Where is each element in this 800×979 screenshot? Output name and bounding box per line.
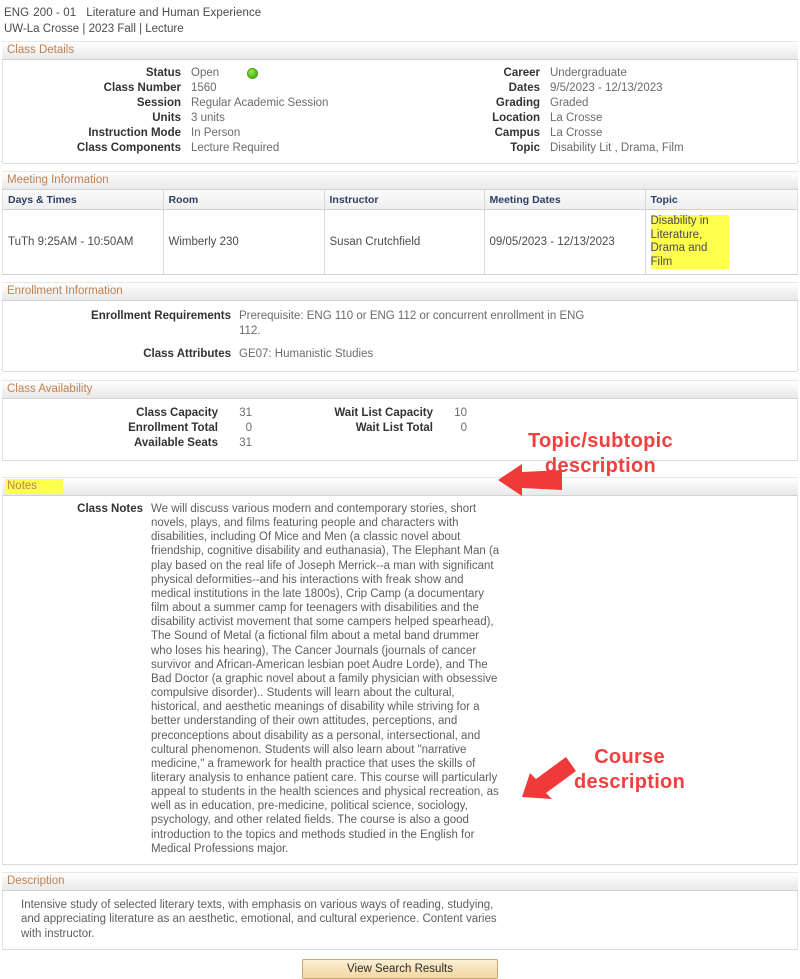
label-class-components: Class Components [76, 142, 181, 154]
label-enrollment-total: Enrollment Total [128, 422, 218, 434]
label-grading: Grading [495, 97, 540, 109]
class-details-body: Status Class Number Session Units Instru… [2, 60, 798, 164]
value-session: Regular Academic Session [191, 97, 329, 109]
table-row: TuTh 9:25AM - 10:50AM Wimberly 230 Susan… [3, 209, 797, 275]
value-dates: 9/5/2023 - 12/13/2023 [550, 82, 663, 94]
institution-term-line: UW-La Crosse | 2023 Fall | Lecture [4, 23, 184, 35]
column-header-topic: Topic [645, 190, 797, 210]
description-section: Description Intensive study of selected … [2, 871, 798, 951]
value-wait-list-total: 0 [460, 422, 467, 434]
value-campus: La Crosse [550, 127, 603, 139]
value-class-number: 1560 [191, 82, 217, 94]
view-search-results-button[interactable]: View Search Results [302, 959, 498, 979]
table-header-row: Days & Times Room Instructor Meeting Dat… [3, 190, 797, 210]
value-class-attributes: GE07: Humanistic Studies [239, 348, 374, 360]
meeting-information-section: Meeting Information Days & Times Room In… [2, 171, 798, 275]
meeting-information-body: Days & Times Room Instructor Meeting Dat… [2, 190, 798, 275]
label-wait-list-capacity: Wait List Capacity [334, 407, 433, 419]
value-enrollment-requirements: Prerequisite: ENG 110 or ENG 112 or conc… [239, 310, 585, 337]
meeting-information-table: Days & Times Room Instructor Meeting Dat… [3, 190, 797, 274]
label-campus: Campus [494, 127, 540, 139]
cell-room: Wimberly 230 [163, 209, 325, 274]
description-text: Intensive study of selected literary tex… [21, 898, 497, 940]
enrollment-information-body: Enrollment Requirements Prerequisite: EN… [2, 301, 798, 372]
label-career: Career [503, 67, 540, 79]
cell-topic: Disability in Literature, Drama and Film [645, 210, 797, 275]
value-topic: Disability Lit , Drama, Film [550, 142, 684, 154]
value-location: La Crosse [550, 112, 603, 124]
meeting-information-header: Meeting Information [2, 171, 798, 190]
class-availability-section: Class Availability Class Capacity Enroll… [2, 380, 798, 461]
notes-header-label: Notes [5, 479, 64, 493]
cell-days-times: TuTh 9:25AM - 10:50AM [3, 209, 164, 274]
class-details-header-label: Class Details [7, 44, 75, 56]
page-header: ENG 200 - 01 Literature and Human Experien… [0, 0, 800, 41]
value-class-capacity: 31 [239, 407, 252, 419]
notes-header: Notes [2, 477, 798, 496]
label-class-capacity: Class Capacity [136, 407, 218, 419]
label-topic: Topic [510, 142, 540, 154]
class-details-header: Class Details [2, 41, 798, 60]
cell-meeting-dates: 09/05/2023 - 12/13/2023 [484, 209, 646, 274]
label-instruction-mode: Instruction Mode [88, 127, 181, 139]
value-enrollment-total: 0 [245, 422, 252, 434]
class-availability-body: Class Capacity Enrollment Total Availabl… [2, 399, 798, 461]
label-class-attributes: Class Attributes [143, 348, 231, 360]
description-header: Description [2, 871, 798, 891]
label-session: Session [136, 97, 181, 109]
cell-instructor: Susan Crutchfield [324, 209, 485, 274]
value-available-seats: 31 [239, 437, 252, 449]
enrollment-information-section: Enrollment Information Enrollment Requir… [2, 282, 798, 372]
value-wait-list-capacity: 10 [454, 407, 467, 419]
value-class-components: Lecture Required [191, 142, 280, 154]
label-available-seats: Available Seats [134, 437, 218, 449]
cell-topic-highlight: Disability in Literature, Drama and Film [650, 215, 729, 269]
label-location: Location [492, 112, 540, 124]
label-dates: Dates [508, 82, 540, 94]
column-header-days-times: Days & Times [3, 190, 164, 210]
value-class-notes: We will discuss various modern and conte… [151, 503, 500, 855]
meeting-information-header-label: Meeting Information [7, 174, 109, 186]
value-career: Undergraduate [550, 67, 627, 79]
column-header-room: Room [163, 190, 325, 210]
value-status: Open [191, 67, 220, 79]
value-units: 3 units [191, 112, 225, 124]
class-availability-header: Class Availability [2, 380, 798, 399]
class-details-section: Class Details Status Class Number Sessio… [2, 41, 798, 164]
footer: View Search Results [0, 950, 800, 979]
label-class-number: Class Number [103, 82, 181, 94]
description-header-label: Description [7, 874, 65, 887]
label-enrollment-requirements: Enrollment Requirements [91, 310, 231, 322]
label-class-notes: Class Notes [77, 503, 143, 515]
notes-body: Class Notes We will discuss various mode… [2, 496, 798, 865]
course-title-line: ENG 200 - 01 Literature and Human Experien… [4, 6, 800, 21]
enrollment-information-header-label: Enrollment Information [7, 285, 123, 297]
value-grading: Graded [550, 97, 589, 109]
label-units: Units [152, 112, 181, 124]
label-wait-list-total: Wait List Total [355, 422, 433, 434]
course-catalog-section: 200 - 01 [33, 7, 77, 19]
green-status-dot-icon [247, 68, 258, 79]
label-status: Status [145, 67, 181, 79]
notes-section: Notes Class Notes We will discuss variou… [2, 477, 798, 865]
enrollment-information-header: Enrollment Information [2, 282, 798, 301]
class-availability-header-label: Class Availability [7, 383, 93, 395]
course-subject: ENG [4, 7, 30, 19]
course-title: Literature and Human Experience [86, 7, 262, 19]
description-body: Intensive study of selected literary tex… [2, 890, 798, 951]
value-instruction-mode: In Person [191, 127, 241, 139]
column-header-instructor: Instructor [324, 190, 485, 210]
column-header-meeting-dates: Meeting Dates [484, 190, 646, 210]
